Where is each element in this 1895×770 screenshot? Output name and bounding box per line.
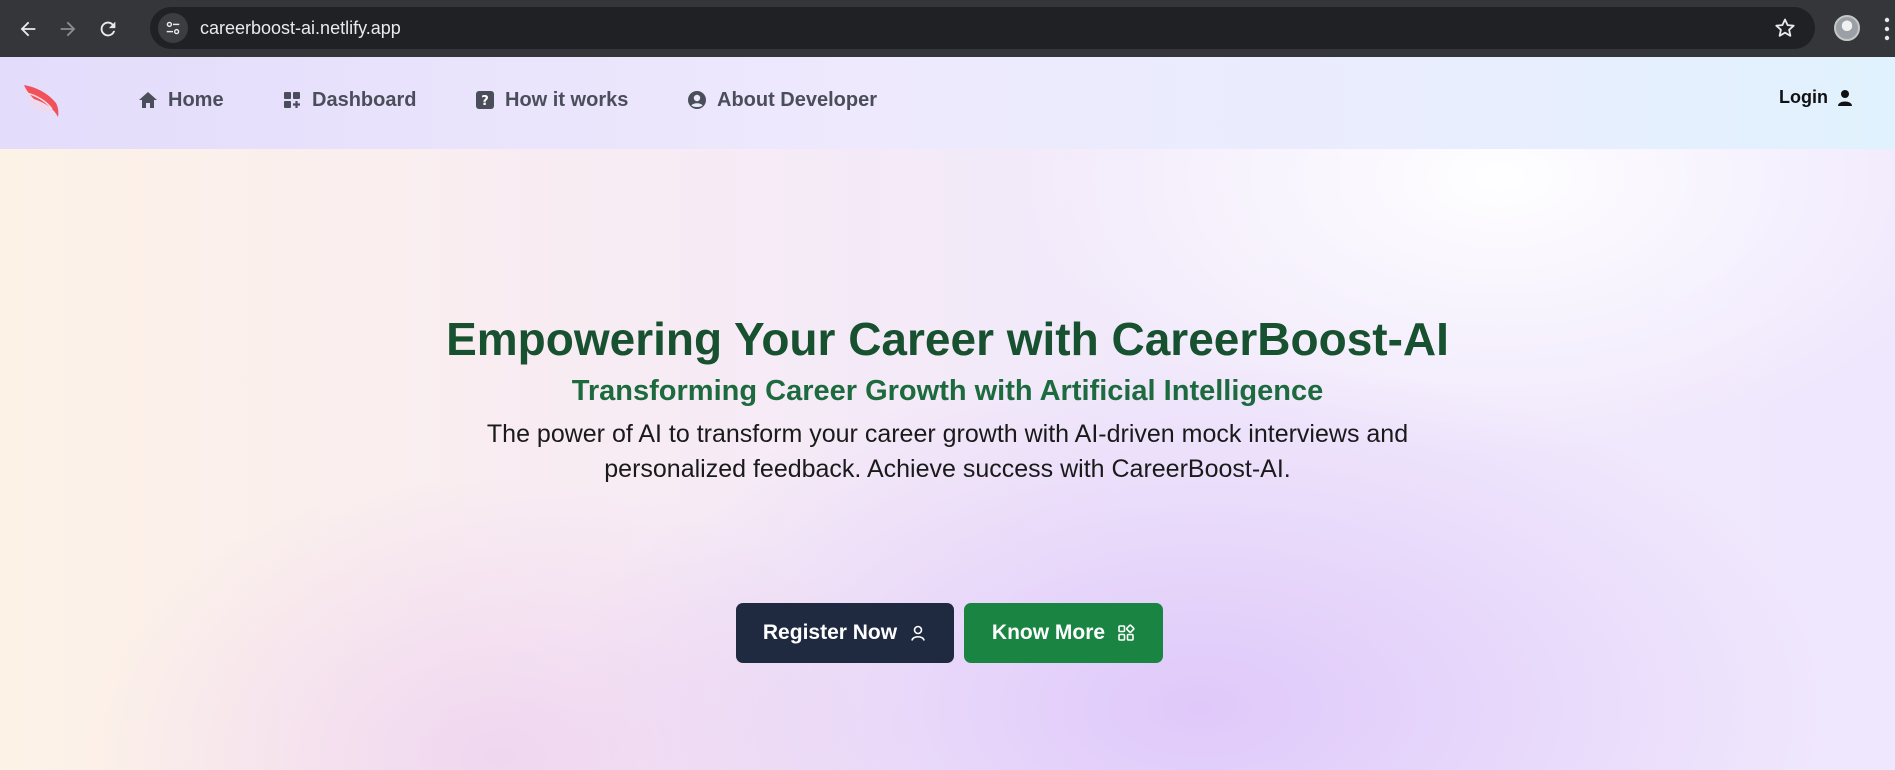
url-text[interactable]: careerboost-ai.netlify.app	[200, 18, 401, 39]
star-icon[interactable]	[1773, 16, 1797, 40]
kebab-menu-icon[interactable]	[1884, 16, 1890, 42]
arrow-left-icon	[20, 21, 36, 36]
user-outline-icon	[909, 624, 927, 642]
site-settings-icon[interactable]	[158, 13, 188, 43]
register-now-button[interactable]: Register Now	[736, 603, 954, 663]
page: Home Dashboard ? How it works About Deve…	[0, 57, 1895, 770]
arrow-right-icon	[60, 21, 76, 36]
apps-icon	[1117, 624, 1135, 642]
hero-section: Empowering Your Career with CareerBoost-…	[0, 57, 1895, 770]
reload-button[interactable]	[94, 15, 122, 43]
know-more-button[interactable]: Know More	[964, 603, 1163, 663]
register-now-label: Register Now	[762, 621, 898, 644]
hero-description: The power of AI to transform your career…	[486, 420, 1409, 483]
profile-avatar[interactable]	[1834, 15, 1860, 41]
know-more-label: Know More	[991, 621, 1106, 644]
browser-toolbar: careerboost-ai.netlify.app	[0, 0, 1895, 57]
address-bar[interactable]: careerboost-ai.netlify.app	[150, 7, 1815, 49]
hero-subtitle: Transforming Career Growth with Artifici…	[571, 375, 1324, 407]
hero-title: Empowering Your Career with CareerBoost-…	[446, 313, 1449, 365]
forward-button[interactable]	[54, 15, 82, 43]
back-button[interactable]	[14, 15, 42, 43]
reload-icon	[100, 21, 116, 36]
